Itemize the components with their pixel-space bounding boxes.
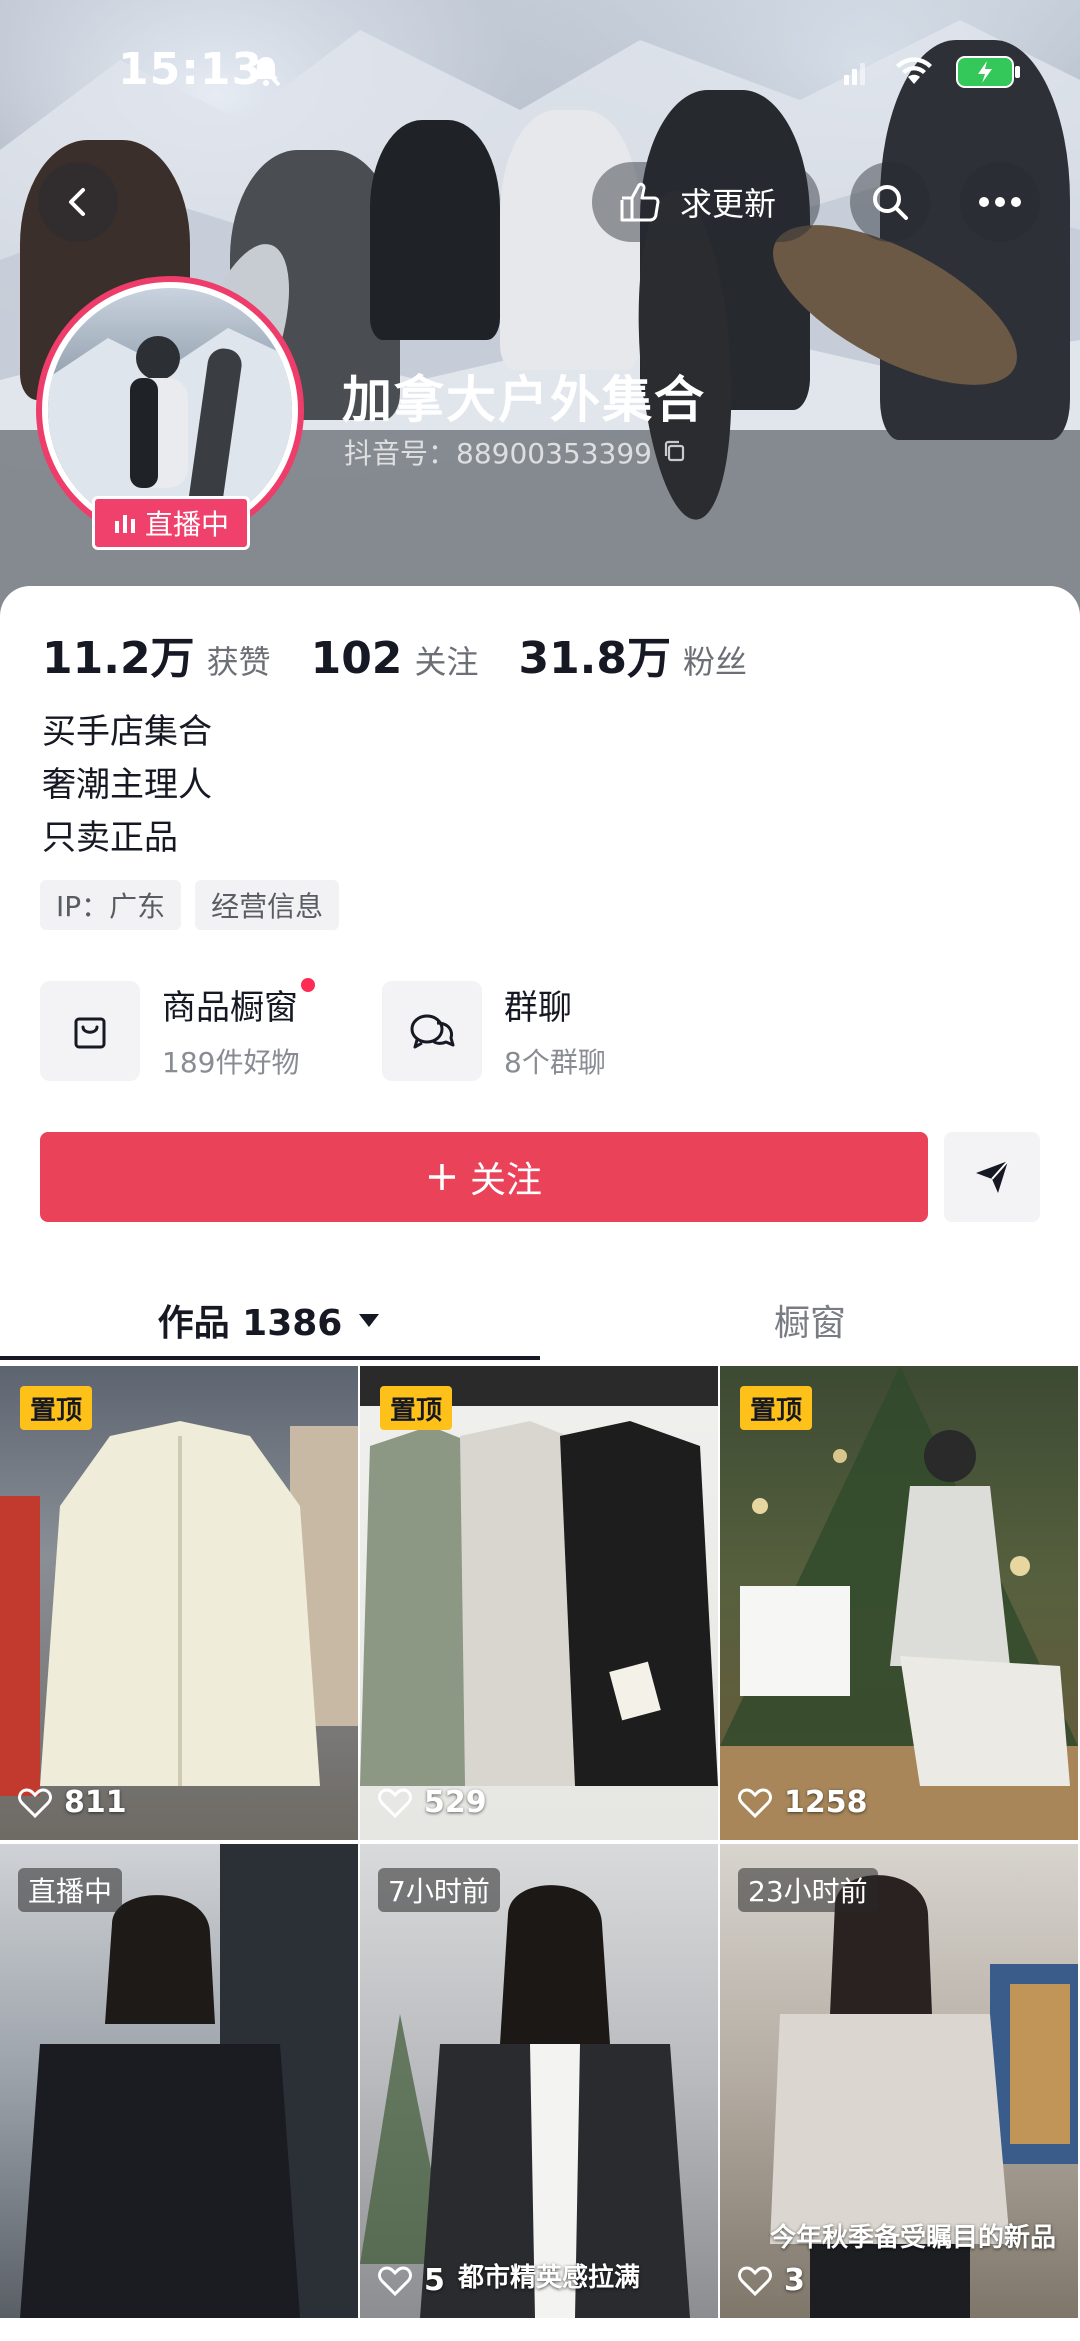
search-icon [873,185,908,220]
signal-icon [844,63,865,85]
tab-window[interactable]: 橱窗 [540,1272,1080,1368]
pinned-badge: 置顶 [380,1386,453,1430]
content-tabs: 作品 1386 橱窗 [0,1272,1080,1368]
live-badge[interactable]: 直播中 [92,496,250,550]
like-count-value: 3 [784,2263,805,2298]
video-thumbnail[interactable]: 7小时前 5 都市精英感拉满 [360,1844,718,2318]
tab-window-label: 橱窗 [773,1303,846,1344]
bio-line: 只卖正品 [42,818,178,858]
heart-icon [378,2265,412,2296]
video-thumbnail[interactable]: 直播中 [0,1844,358,2318]
like-count-value: 5 [424,2263,445,2298]
pointing-hand-icon [620,182,660,222]
video-thumbnail[interactable]: 置顶 529 [360,1366,718,1840]
jacket-illustration [0,1421,358,1796]
like-count-value: 529 [424,1785,487,1820]
live-now-badge: 直播中 [18,1868,123,1912]
send-icon [976,1160,1009,1193]
request-update-label: 求更新 [680,185,777,223]
follow-button[interactable]: 关注 [40,1132,928,1222]
more-button[interactable] [960,162,1040,242]
tag-business-info[interactable]: 经营信息 [195,880,340,930]
video-caption: 今年秋季备受瞩目的新品 [770,2223,1057,2253]
shopping-bag-icon [40,980,140,1081]
more-dots-icon [979,197,1021,207]
stat-following-label: 关注 [414,643,479,681]
bio-line: 买手店集合 [42,712,212,752]
status-right-icons [842,52,1022,92]
active-tab-indicator [0,1356,540,1360]
profile-id-row[interactable]: 抖音号：88900353399 [344,432,688,472]
video-thumbnail[interactable]: 置顶 1258 [720,1366,1078,1840]
request-update-button[interactable]: 求更新 [592,162,820,242]
heart-icon [738,1787,772,1818]
video-thumbnail[interactable]: 23小时前 今年秋季备受瞩目的新品 3 [720,1844,1078,2318]
battery-charging-icon [956,56,1020,88]
profile-tags: IP：广东 经营信息 [40,880,340,930]
bio-line: 奢潮主理人 [42,765,212,805]
back-button[interactable] [38,162,118,242]
video-caption: 都市精英感拉满 [458,2263,641,2293]
follow-button-label: 关注 [469,1160,542,1201]
christmas-tree-model-illustration [720,1366,1078,1840]
stat-following-value: 102 [310,633,403,684]
stat-followers[interactable]: 31.8万 粉丝 [518,622,747,686]
copy-icon[interactable] [662,439,688,465]
like-count-value: 811 [64,1785,127,1820]
like-count: 1258 [738,1785,868,1820]
chevron-left-icon [69,188,85,216]
live-badge-label: 直播中 [144,508,229,541]
model-grey-jacket-illustration [360,1885,690,2318]
shop-window-subtitle: 189件好物 [162,1046,300,1079]
mute-bell-icon [251,55,281,87]
share-button[interactable] [944,1132,1040,1222]
like-count: 3 [738,2263,805,2298]
wifi-icon [896,57,932,84]
plus-icon [428,1164,455,1190]
posted-time-badge: 23小时前 [738,1868,878,1912]
group-chat-icon [382,980,482,1081]
stat-likes[interactable]: 11.2万 获赞 [42,622,271,686]
model-black-jacket-illustration [20,1844,358,2318]
heart-icon [738,2265,772,2296]
group-chat-subtitle: 8个群聊 [504,1046,606,1079]
shop-window-title-text: 商品橱窗 [162,988,298,1028]
video-thumbnail[interactable]: 置顶 811 [0,1366,358,1840]
tab-works[interactable]: 作品 1386 [0,1272,540,1368]
caret-down-icon [359,1314,380,1327]
group-chat-title: 群聊 [504,988,572,1028]
shop-window-title: 商品橱窗 [162,978,316,1029]
pinned-badge: 置顶 [740,1386,813,1430]
heart-icon [378,1787,412,1818]
like-count: 5 [378,2263,445,2298]
stats-row: 11.2万 获赞 102 关注 31.8万 粉丝 [42,622,787,686]
stat-following[interactable]: 102 关注 [311,633,479,684]
pinned-badge: 置顶 [20,1386,93,1430]
tab-works-label: 作品 1386 [157,1303,343,1344]
group-chat-entry[interactable]: 群聊 8个群聊 [382,980,606,1081]
shop-window-entry[interactable]: 商品橱窗 189件好物 [40,978,316,1081]
cover-rider-3 [370,120,500,340]
works-grid: 置顶 811 置顶 529 置顶 1258 直播中 7小时前 5 都市精英感拉满… [0,1366,1080,2322]
like-count: 811 [18,1785,127,1820]
tag-ip-location: IP：广东 [40,880,182,930]
profile-id: 抖音号：88900353399 [344,437,652,470]
notification-dot [301,978,316,992]
profile-bio: 买手店集合 奢潮主理人 只卖正品 [42,706,212,865]
posted-time-badge: 7小时前 [378,1868,500,1912]
status-time: 15:13 [118,44,264,95]
stat-followers-value: 31.8万 [518,633,672,684]
like-count-value: 1258 [784,1785,868,1820]
live-bars-icon [114,515,135,533]
search-button[interactable] [850,162,930,242]
stat-likes-label: 获赞 [206,643,271,681]
profile-name: 加拿大户外集合 [342,371,706,429]
jackets-rack-illustration [360,1366,718,1786]
like-count: 529 [378,1785,487,1820]
stat-likes-value: 11.2万 [42,633,195,684]
heart-icon [18,1787,52,1818]
stat-followers-label: 粉丝 [683,643,748,681]
